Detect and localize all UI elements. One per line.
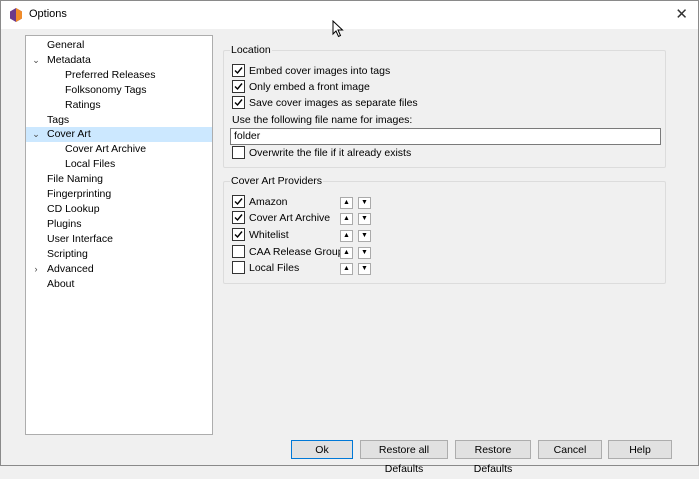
picard-logo-icon — [9, 8, 23, 22]
triangle-up-icon[interactable]: ▲ — [340, 213, 353, 225]
sidebar-item-advanced[interactable]: › Advanced — [26, 262, 212, 277]
sidebar-item-fingerprinting[interactable]: Fingerprinting — [26, 187, 212, 202]
sidebar-item-file-naming[interactable]: File Naming — [26, 172, 212, 187]
restore-all-defaults-button[interactable]: Restore all Defaults — [360, 440, 448, 475]
overwrite-checkbox[interactable]: Overwrite the file if it already exists — [232, 146, 411, 161]
sidebar-item-general[interactable]: General — [26, 38, 212, 53]
close-icon[interactable]: ✕ — [675, 5, 688, 23]
mouse-pointer-icon — [332, 19, 344, 41]
location-group-title: Location — [230, 44, 272, 56]
sidebar-item-cd-lookup[interactable]: CD Lookup — [26, 202, 212, 217]
triangle-up-icon[interactable]: ▲ — [340, 230, 353, 242]
provider-local-files-checkbox[interactable]: Local Files — [232, 261, 299, 276]
chevron-down-icon[interactable]: ⌄ — [30, 53, 42, 68]
sidebar-item-cover-art-archive[interactable]: Cover Art Archive — [26, 142, 212, 157]
title-bar[interactable]: Options ✕ — [1, 1, 698, 29]
sidebar-item-cover-art[interactable]: ⌄ Cover Art — [26, 127, 212, 142]
options-dialog: Options ✕ General ⌄ Metadata Preferred R… — [0, 0, 699, 475]
triangle-down-icon[interactable]: ▼ — [358, 230, 371, 242]
sidebar-item-scripting[interactable]: Scripting — [26, 247, 212, 262]
sidebar-item-ratings[interactable]: Ratings — [26, 98, 212, 113]
window-title: Options — [29, 8, 67, 20]
sidebar-item-local-files[interactable]: Local Files — [26, 157, 212, 172]
triangle-up-icon[interactable]: ▲ — [340, 197, 353, 209]
embed-cover-checkbox[interactable]: Embed cover images into tags — [232, 64, 390, 79]
filename-label: Use the following file name for images: — [232, 114, 413, 126]
sidebar-item-folksonomy-tags[interactable]: Folksonomy Tags — [26, 83, 212, 98]
options-tree[interactable]: General ⌄ Metadata Preferred Releases Fo… — [25, 35, 213, 435]
sidebar-item-preferred-releases[interactable]: Preferred Releases — [26, 68, 212, 83]
restore-defaults-button[interactable]: Restore Defaults — [455, 440, 531, 475]
only-front-checkbox[interactable]: Only embed a front image — [232, 80, 370, 95]
triangle-down-icon[interactable]: ▼ — [358, 263, 371, 275]
provider-caa-checkbox[interactable]: Cover Art Archive — [232, 211, 330, 226]
sidebar-item-metadata[interactable]: ⌄ Metadata — [26, 53, 212, 68]
ok-button[interactable]: Ok — [291, 440, 353, 459]
provider-amazon-checkbox[interactable]: Amazon — [232, 195, 288, 210]
chevron-down-icon[interactable]: ⌄ — [30, 127, 42, 142]
triangle-down-icon[interactable]: ▼ — [358, 213, 371, 225]
help-button[interactable]: Help — [608, 440, 672, 459]
triangle-up-icon[interactable]: ▲ — [340, 263, 353, 275]
triangle-down-icon[interactable]: ▼ — [358, 247, 371, 259]
triangle-down-icon[interactable]: ▼ — [358, 197, 371, 209]
triangle-up-icon[interactable]: ▲ — [340, 247, 353, 259]
sidebar-item-tags[interactable]: Tags — [26, 113, 212, 128]
providers-group-title: Cover Art Providers — [230, 175, 324, 187]
chevron-right-icon[interactable]: › — [30, 262, 42, 277]
provider-caa-release-group-checkbox[interactable]: CAA Release Group — [232, 245, 344, 260]
provider-whitelist-checkbox[interactable]: Whitelist — [232, 228, 289, 243]
filename-input[interactable]: folder — [230, 128, 661, 145]
sidebar-item-user-interface[interactable]: User Interface — [26, 232, 212, 247]
sidebar-item-plugins[interactable]: Plugins — [26, 217, 212, 232]
cancel-button[interactable]: Cancel — [538, 440, 602, 459]
sidebar-item-about[interactable]: About — [26, 277, 212, 292]
save-separate-checkbox[interactable]: Save cover images as separate files — [232, 96, 418, 111]
